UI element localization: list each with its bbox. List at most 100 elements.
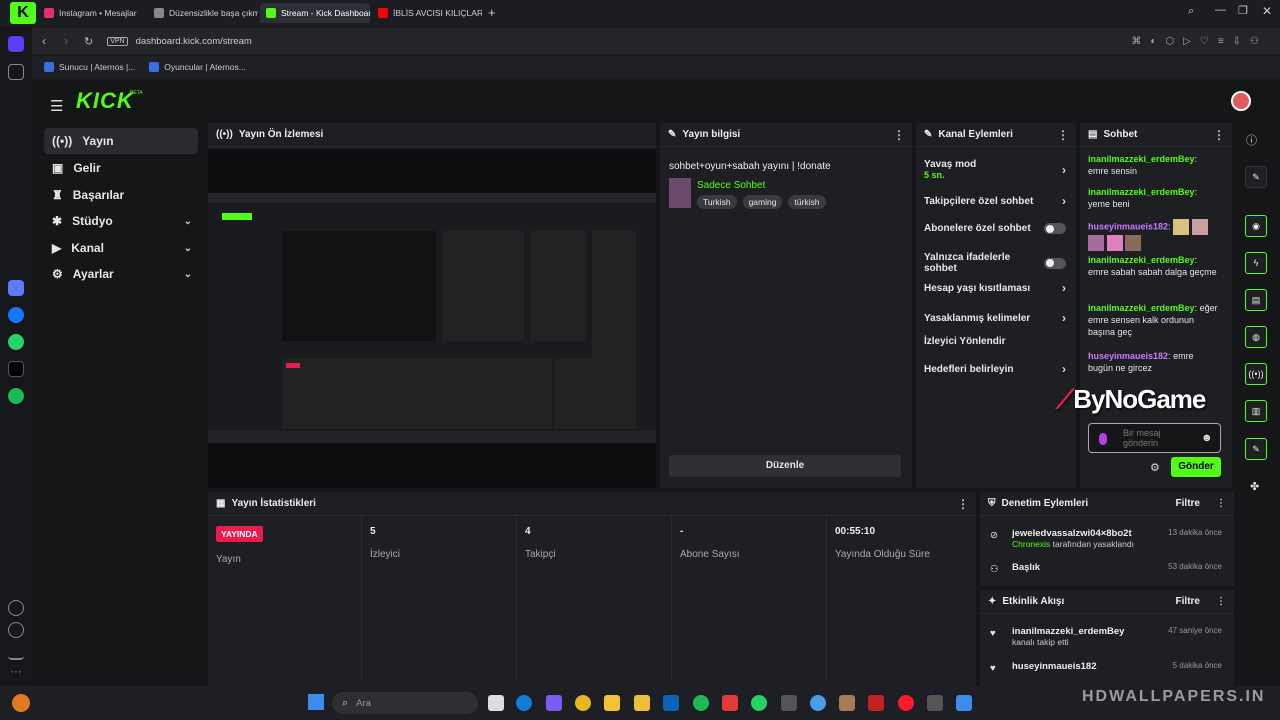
category-thumbnail[interactable]: [669, 178, 691, 208]
url-field[interactable]: dashboard.kick.com/stream: [136, 36, 252, 47]
tab-instagram[interactable]: Instagram • Mesajlar: [38, 3, 146, 23]
chat-bubble-icon[interactable]: ◍: [1245, 326, 1267, 348]
microphone-icon[interactable]: [1099, 433, 1107, 445]
slow-mode-item[interactable]: Yavaş mod 5 sn. ›: [924, 159, 1066, 180]
chat-username[interactable]: huseyinmaueis182: [1088, 351, 1168, 361]
whatsapp-taskbar-icon[interactable]: [751, 695, 767, 711]
emoji-icon[interactable]: ☻: [1201, 432, 1213, 444]
edge-icon[interactable]: [516, 695, 532, 711]
copilot-icon[interactable]: [546, 695, 562, 711]
more-options-icon[interactable]: ⋮: [957, 497, 969, 511]
chrome-icon[interactable]: [575, 695, 591, 711]
spotify-icon[interactable]: [8, 388, 24, 404]
layers-icon[interactable]: ▥: [1245, 400, 1267, 422]
chat-username[interactable]: inanilmazzeki_erdemBey: [1088, 303, 1195, 313]
filter-button[interactable]: Filtre: [1176, 596, 1200, 607]
banned-words-item[interactable]: Yasaklanmış kelimeler ›: [924, 311, 1066, 325]
app-store-icon[interactable]: [8, 280, 24, 296]
app-icon[interactable]: [927, 695, 943, 711]
mail-icon[interactable]: [663, 695, 679, 711]
reload-icon[interactable]: ↻: [84, 35, 93, 48]
folder-icon[interactable]: [604, 695, 620, 711]
maximize-icon[interactable]: ❐: [1238, 4, 1248, 17]
followers-only-item[interactable]: Takipçilere özel sohbet ›: [924, 194, 1066, 208]
send-button[interactable]: Gönder: [1171, 457, 1221, 477]
files-icon[interactable]: [634, 695, 650, 711]
new-tab-icon[interactable]: +: [488, 5, 496, 20]
more-options-icon[interactable]: ⋮: [893, 128, 905, 142]
tag[interactable]: Turkish: [697, 195, 737, 209]
taskbar-search[interactable]: ⌕ Ara: [332, 692, 478, 714]
more-icon[interactable]: ···: [10, 664, 22, 678]
more-options-icon[interactable]: ⋮: [1216, 596, 1226, 607]
bookmark-1[interactable]: Sunucu | Aternos |...: [59, 62, 135, 72]
search-tabs-icon[interactable]: ⌕: [1188, 5, 1194, 18]
kick-logo[interactable]: KICK: [76, 88, 134, 114]
nav-basarilar[interactable]: ♜ Başarılar: [44, 182, 198, 208]
lightning-icon[interactable]: ϟ: [1245, 252, 1267, 274]
category-name[interactable]: Sadece Sohbet: [697, 180, 765, 191]
subscribers-only-toggle[interactable]: [1044, 223, 1066, 234]
x-icon[interactable]: [8, 361, 24, 377]
nav-gelir[interactable]: ▣ Gelir: [44, 155, 198, 181]
tab-article[interactable]: Düzensizlikle başa çıkma: [148, 3, 258, 23]
address-bar-actions-icon[interactable]: ⌘◐⬡▷♡≡⇩⚇: [1131, 36, 1268, 47]
chat-username[interactable]: inanilmazzeki_erdemBey: [1088, 255, 1195, 265]
goals-item[interactable]: Hedefleri belirleyin ›: [924, 362, 1066, 376]
close-window-icon[interactable]: ✕: [1262, 4, 1272, 18]
bookmark-2[interactable]: Oyuncular | Aternos...: [164, 62, 246, 72]
customize-icon[interactable]: ✤: [1250, 480, 1259, 493]
minimize-icon[interactable]: —: [1215, 4, 1226, 16]
vpn-badge[interactable]: VPN: [107, 36, 128, 46]
edit-button[interactable]: Düzenle: [669, 455, 901, 477]
user-avatar[interactable]: [1231, 91, 1251, 111]
windows-start-icon[interactable]: [308, 694, 324, 710]
app-icon[interactable]: [781, 695, 797, 711]
nav-studyo[interactable]: ✱ Stüdyo ⌄: [44, 208, 198, 234]
tag[interactable]: gaming: [742, 195, 783, 209]
heart-icon[interactable]: [8, 600, 24, 616]
more-options-icon[interactable]: ⋮: [1213, 128, 1225, 142]
pencil-icon[interactable]: ✎: [1245, 166, 1267, 188]
game-icon[interactable]: [722, 695, 738, 711]
weather-icon[interactable]: [12, 694, 30, 712]
chat-username[interactable]: inanilmazzeki_erdemBey: [1088, 187, 1195, 197]
broadcast-icon[interactable]: ((•)): [1245, 363, 1267, 385]
hamburger-menu-icon[interactable]: ☰: [50, 97, 63, 115]
filter-button[interactable]: Filtre: [1176, 498, 1200, 509]
document-icon[interactable]: ▤: [1245, 289, 1267, 311]
camera-icon[interactable]: ◉: [1245, 215, 1267, 237]
chat-username[interactable]: huseyinmaueis182: [1088, 221, 1168, 231]
forward-icon[interactable]: ›: [64, 34, 68, 48]
tab-kick-dashboard[interactable]: Stream - Kick Dashboard: [260, 3, 370, 23]
history-icon[interactable]: [8, 622, 24, 638]
whatsapp-icon[interactable]: [8, 334, 24, 350]
wrench-icon[interactable]: ✎: [1245, 438, 1267, 460]
more-options-icon[interactable]: ⋮: [1057, 128, 1069, 142]
app-icon[interactable]: [839, 695, 855, 711]
back-icon[interactable]: ‹: [42, 34, 46, 48]
app-icon[interactable]: [956, 695, 972, 711]
chat-input[interactable]: Bir mesaj gönderin ☻: [1088, 423, 1221, 453]
account-age-item[interactable]: Hesap yaşı kısıtlaması ›: [924, 281, 1066, 295]
nav-ayarlar[interactable]: ⚙ Ayarlar ⌄: [44, 261, 198, 287]
mod-row-user[interactable]: Chronexis: [1012, 539, 1050, 549]
host-item[interactable]: İzleyici Yönlendir: [924, 336, 1066, 347]
more-options-icon[interactable]: ⋮: [1216, 498, 1226, 509]
emote-only-toggle[interactable]: [1044, 257, 1066, 269]
chat-settings-icon[interactable]: ⚙: [1150, 461, 1160, 474]
spotify-taskbar-icon[interactable]: [693, 695, 709, 711]
tab-youtube[interactable]: İBLİS AVCISI KILIÇLARI Yap: [372, 3, 482, 23]
star-icon[interactable]: [8, 64, 24, 80]
app-icon[interactable]: [810, 695, 826, 711]
nav-kanal[interactable]: ▶ Kanal ⌄: [44, 235, 198, 261]
task-view-icon[interactable]: [488, 695, 504, 711]
messenger-icon[interactable]: [8, 307, 24, 323]
nav-yayin[interactable]: ((•)) Yayın: [44, 128, 198, 154]
tag[interactable]: türkish: [788, 195, 826, 209]
opera-icon[interactable]: [898, 695, 914, 711]
download-icon[interactable]: [8, 644, 24, 660]
app-icon[interactable]: [868, 695, 884, 711]
preview-video[interactable]: [208, 149, 656, 488]
info-icon[interactable]: ⓘ: [1246, 132, 1257, 148]
